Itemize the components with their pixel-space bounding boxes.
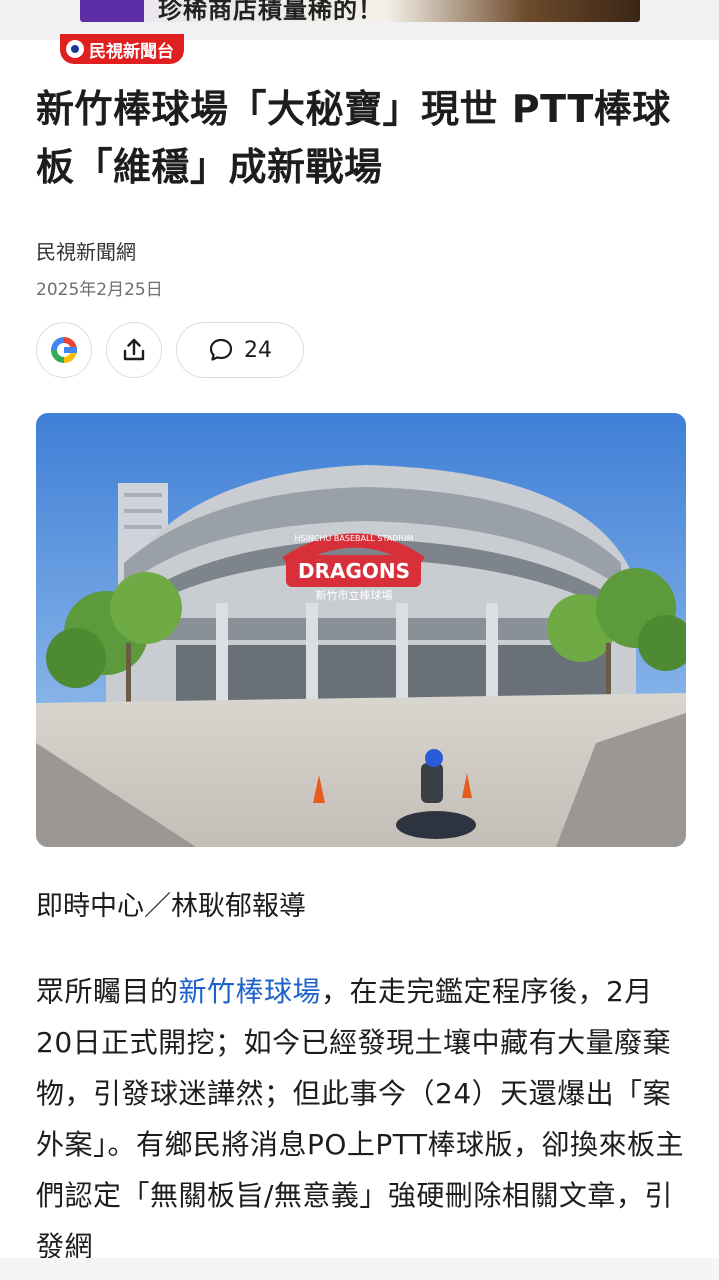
comment-icon [209, 338, 233, 361]
stadium-sign-brand: DRAGONS [298, 559, 410, 583]
article-headline: 新竹棒球場「大秘寶」現世 PTT棒球板「維穩」成新戰場 [36, 87, 671, 189]
body-text-rest: ，在走完鑑定程序後，2月20日正式開挖；如今已經發現土壤中藏有大量廢棄物，引發球… [36, 975, 685, 1263]
publisher-name[interactable]: 民視新聞網 [36, 236, 136, 265]
stadium-sign-text: 新竹市立棒球場 [316, 588, 393, 602]
source-logo-icon [66, 40, 84, 58]
source-logo[interactable]: 民視新聞台 [60, 34, 184, 64]
google-icon [51, 337, 77, 363]
source-logo-label: 民視新聞台 [89, 41, 174, 62]
ad-text: 珍稀商店積量稀的！ [158, 0, 383, 22]
article-body-paragraph: 眾所矚目的新竹棒球場，在走完鑑定程序後，2月20日正式開挖；如今已經發現土壤中藏… [36, 966, 686, 1272]
publish-date: 2025年2月25日 [36, 280, 163, 300]
ad-logo [80, 0, 144, 22]
stadium-photo: DRAGONS HSINCHU BASEBALL STADIUM 新竹市立棒球場 [36, 413, 686, 847]
google-button[interactable] [36, 322, 92, 378]
ad-banner[interactable]: 珍稀商店積量稀的！ [80, 0, 640, 22]
comment-count: 24 [244, 337, 272, 363]
stadium-link[interactable]: 新竹棒球場 [179, 975, 322, 1008]
bottom-bar [0, 1258, 719, 1280]
share-icon [123, 338, 145, 361]
share-button[interactable] [106, 322, 162, 378]
article-hero-image[interactable]: DRAGONS HSINCHU BASEBALL STADIUM 新竹市立棒球場 [36, 413, 686, 847]
article-byline: 即時中心／林耿郁報導 [36, 891, 306, 922]
comments-button[interactable]: 24 [176, 322, 304, 378]
body-text-prefix: 眾所矚目的 [36, 975, 179, 1008]
stadium-sign-arc: HSINCHU BASEBALL STADIUM [294, 534, 413, 543]
